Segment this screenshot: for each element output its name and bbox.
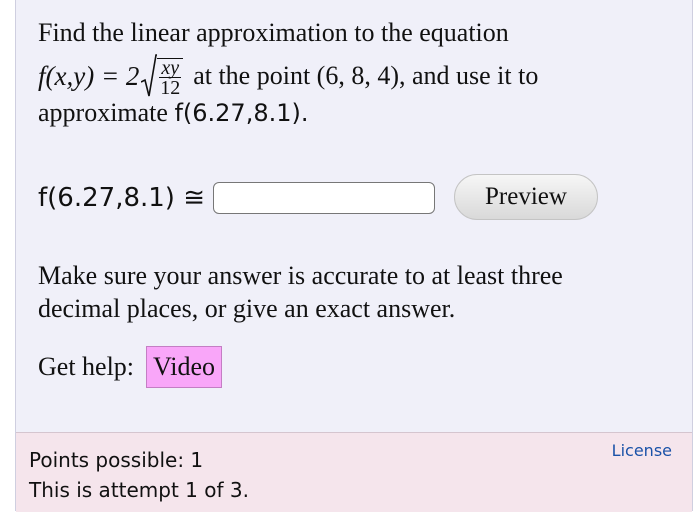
- footer-panel: Points possible: 1 This is attempt 1 of …: [16, 432, 692, 512]
- sqrt-fraction: xy 12: [157, 57, 184, 99]
- question-card: Find the linear approximation to the equ…: [15, 0, 693, 512]
- video-help-button[interactable]: Video: [146, 346, 223, 388]
- approximate-expression: f(6.27,8.1).: [174, 99, 309, 127]
- points-possible: Points possible: 1: [29, 448, 204, 472]
- help-row: Get help: Video: [38, 346, 223, 388]
- accuracy-note: Make sure your answer is accurate to at …: [38, 261, 563, 323]
- license-link[interactable]: License: [612, 441, 672, 460]
- question-line-2-rest: at the point (6, 8, 4), and use it to: [193, 61, 539, 90]
- preview-button[interactable]: Preview: [454, 174, 598, 220]
- function-lhs: f(x,y) = 2: [38, 61, 140, 91]
- question-line-2: f(x,y) = 2 xy 12 at the point (6, 8, 4),…: [38, 52, 538, 100]
- approximate-text: approximate: [38, 98, 168, 127]
- answer-row: f(6.27,8.1) ≅: [38, 172, 435, 224]
- attempt-count: This is attempt 1 of 3.: [29, 478, 249, 502]
- fraction-numerator: xy: [159, 57, 182, 79]
- attempt-info: Points possible: 1 This is attempt 1 of …: [29, 445, 249, 505]
- fraction-denominator: 12: [160, 77, 181, 99]
- radical-sign-icon: [141, 54, 158, 97]
- sqrt-expression: xy 12: [141, 54, 184, 99]
- help-label: Get help:: [38, 352, 135, 381]
- question-line-1: Find the linear approximation to the equ…: [38, 18, 509, 47]
- question-line-3: approximate f(6.27,8.1).: [38, 98, 309, 128]
- answer-label: f(6.27,8.1) ≅: [38, 183, 205, 213]
- answer-input[interactable]: [213, 182, 435, 214]
